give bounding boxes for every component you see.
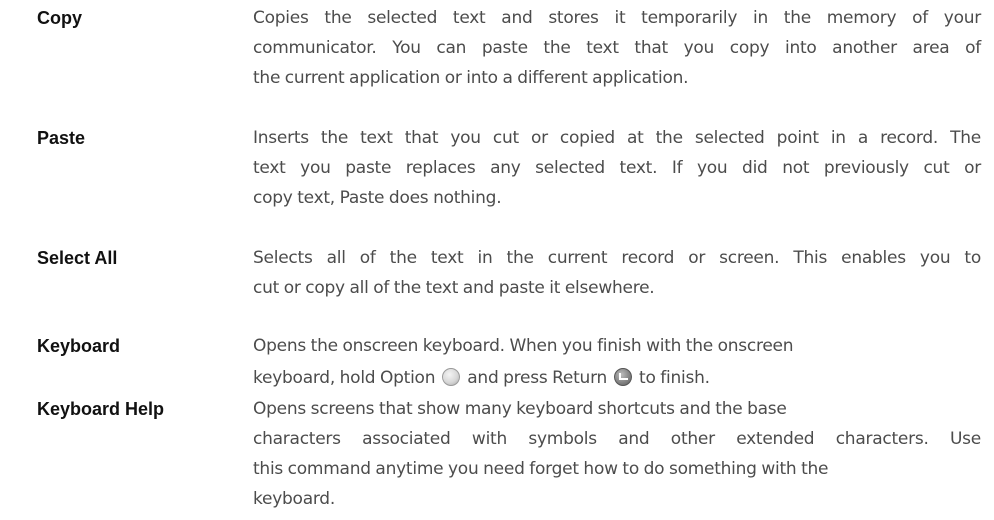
description-line: keyboard, hold Option and press Return to … (253, 361, 981, 395)
description-line: Copies the selected text and stores it t… (253, 8, 981, 28)
option-key-icon (442, 368, 461, 386)
description-copy: Copies the selected text and stores it t… (253, 3, 981, 93)
return-key-icon (614, 368, 633, 386)
term-keyboard: Keyboard (37, 336, 121, 356)
description-line: this command anytime you need forget how… (253, 459, 829, 479)
description-line: communicator. You can paste the text tha… (253, 38, 981, 58)
description-line: Opens the onscreen keyboard. When you fi… (253, 336, 794, 356)
command-reference: Copy Copies the selected text and stores… (0, 0, 994, 520)
term-paste: Paste (37, 128, 86, 148)
description-select-all: Selects all of the text in the current r… (253, 243, 981, 303)
term-copy: Copy (37, 8, 82, 28)
description-line: Selects all of the text in the current r… (253, 248, 981, 268)
description-keyboard-help: Opens screens that show many keyboard sh… (253, 394, 981, 514)
description-line: text you paste replaces any selected tex… (253, 158, 981, 178)
description-text: and press Return (467, 368, 608, 388)
description-line: Opens screens that show many keyboard sh… (253, 399, 787, 419)
description-line: Inserts the text that you cut or copied … (253, 128, 981, 148)
description-line: keyboard. (253, 489, 336, 509)
description-line: the current application or into a differ… (253, 68, 689, 88)
term-select-all: Select All (37, 248, 118, 268)
description-line: cut or copy all of the text and paste it… (253, 278, 655, 298)
description-line: copy text, Paste does nothing. (253, 188, 502, 208)
description-text: keyboard, hold Option (253, 368, 436, 388)
description-line: characters associated with symbols and o… (253, 429, 981, 449)
term-keyboard-help: Keyboard Help (37, 399, 165, 419)
description-text: to finish. (639, 368, 710, 388)
description-keyboard: Opens the onscreen keyboard. When you fi… (253, 331, 981, 395)
description-paste: Inserts the text that you cut or copied … (253, 123, 981, 213)
